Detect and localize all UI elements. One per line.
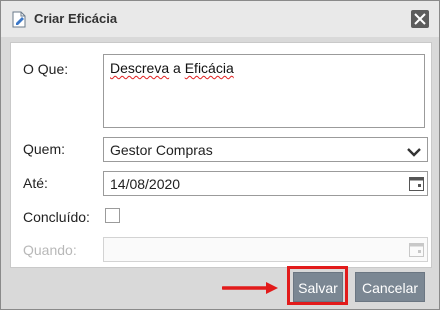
concluido-label: Concluído:: [23, 209, 90, 225]
annotation-arrow-icon: [222, 282, 278, 294]
calendar-icon[interactable]: [408, 175, 425, 192]
o-que-word-3: Eficácia: [184, 60, 234, 76]
chevron-down-icon[interactable]: [407, 145, 421, 160]
cancel-button[interactable]: Cancelar: [355, 272, 425, 302]
calendar-icon: [408, 241, 425, 258]
quem-label: Quem:: [23, 141, 66, 157]
quem-selected-value: Gestor Compras: [110, 142, 213, 158]
dialog-titlebar: Criar Eficácia: [1, 1, 439, 37]
o-que-word-1: Descreva: [110, 60, 170, 76]
save-button[interactable]: Salvar: [293, 272, 343, 302]
create-efficacy-dialog: Criar Eficácia O Que: Descreva a Eficáci…: [0, 0, 440, 310]
close-icon[interactable]: [411, 10, 429, 28]
document-edit-icon: [11, 11, 27, 28]
o-que-word-2: a: [173, 60, 181, 76]
efficacy-form: O Que: Descreva a Eficácia Quem: Gestor …: [10, 42, 432, 268]
quando-label: Quando:: [23, 242, 77, 258]
o-que-label: O Que:: [23, 61, 69, 77]
o-que-textarea[interactable]: Descreva a Eficácia: [103, 54, 425, 128]
dialog-title: Criar Eficácia: [34, 11, 118, 26]
ate-date-value: 14/08/2020: [110, 176, 181, 192]
quando-date-field: [103, 237, 428, 262]
concluido-checkbox[interactable]: [105, 208, 120, 223]
quem-select[interactable]: Gestor Compras: [103, 137, 428, 162]
ate-date-field[interactable]: 14/08/2020: [103, 171, 428, 196]
ate-label: Até:: [23, 175, 48, 191]
